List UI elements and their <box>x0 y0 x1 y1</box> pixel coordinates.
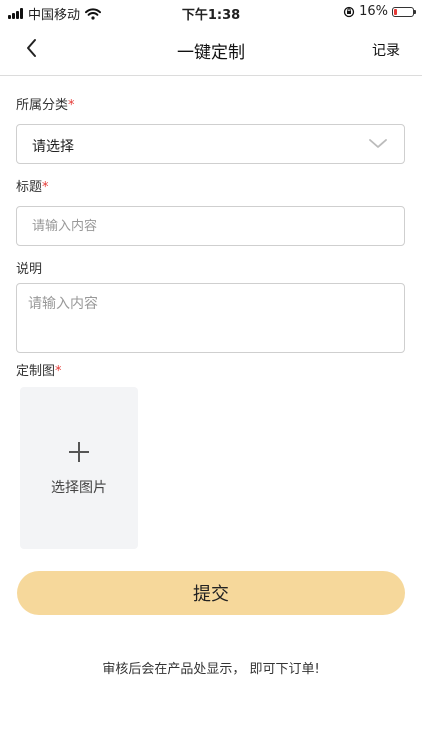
orientation-lock-icon <box>343 6 355 17</box>
plus-icon <box>69 442 89 462</box>
description-label: 说明 <box>16 258 42 277</box>
title-field-box <box>16 206 405 246</box>
required-mark: * <box>68 98 75 113</box>
image-label-text: 定制图 <box>16 364 56 379</box>
select-image-label: 选择图片 <box>51 480 107 496</box>
status-right: 16% <box>343 4 416 19</box>
review-note: 审核后会在产品处显示， 即可下订单! <box>102 662 320 677</box>
record-link[interactable]: 记录 <box>372 40 400 60</box>
chevron-down-icon <box>369 139 387 148</box>
battery-percent: 16% <box>359 4 388 19</box>
title-label: 标题* <box>16 176 49 195</box>
chevron-left-icon <box>27 39 36 57</box>
battery-icon <box>392 6 416 17</box>
category-label-text: 所属分类 <box>16 98 69 113</box>
description-label-text: 说明 <box>16 262 43 277</box>
back-button[interactable] <box>20 36 44 60</box>
battery-fill <box>394 8 397 15</box>
title-label-text: 标题 <box>16 180 43 195</box>
description-textarea[interactable] <box>17 284 404 352</box>
required-mark: * <box>42 180 49 195</box>
page-title: 一键定制 <box>177 43 245 63</box>
category-select-value: 请选择 <box>32 139 74 155</box>
custom-order-screen: 中国移动 下午1:38 16% 一键定制 记录 所属分类* 请选择 标题* 请输… <box>0 0 422 750</box>
required-mark: * <box>55 364 62 379</box>
title-input[interactable] <box>17 207 404 245</box>
status-bar: 中国移动 下午1:38 16% <box>0 0 422 24</box>
category-select[interactable]: 请选择 <box>16 124 405 164</box>
nav-bar: 一键定制 记录 <box>0 24 422 76</box>
category-label: 所属分类* <box>16 94 75 113</box>
image-label: 定制图* <box>16 360 62 379</box>
description-field-box <box>16 283 405 353</box>
select-image-button[interactable]: 选择图片 <box>20 387 138 549</box>
submit-button[interactable]: 提交 <box>17 571 405 615</box>
